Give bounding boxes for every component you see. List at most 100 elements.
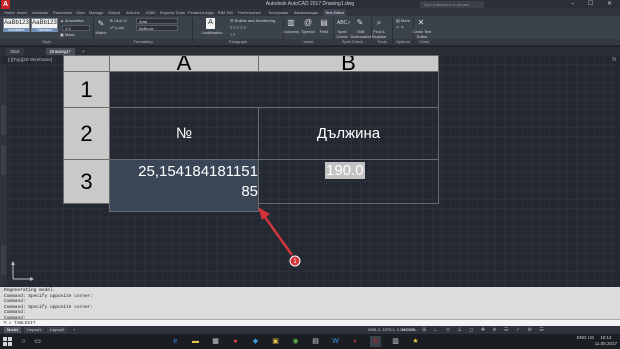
annotative-toggle[interactable]: ▲ Annotative: [60, 18, 84, 24]
search-input[interactable]: Type a keyword or phrase: [420, 1, 484, 8]
viewcube-icon[interactable]: N: [612, 57, 616, 63]
tab-bim-360[interactable]: BIM 360: [218, 9, 233, 16]
system-clock[interactable]: 10:13 11.05.2017: [595, 335, 617, 347]
tab-drawing1[interactable]: Drawing1*: [46, 48, 75, 55]
new-tab-icon[interactable]: +: [78, 48, 89, 55]
tab-topografi[interactable]: Топографи: [268, 9, 288, 16]
taskbar-app-icon[interactable]: ◐: [350, 336, 361, 347]
taskbar-app-icon[interactable]: ▣: [270, 336, 281, 347]
edge-icon[interactable]: e: [170, 336, 181, 347]
cell-a3-text[interactable]: 25,154184181151 85: [115, 162, 258, 202]
tab-featured-apps[interactable]: Featured Apps: [188, 9, 214, 16]
palette-tab[interactable]: [1, 145, 6, 175]
table-cell-a2[interactable]: №: [109, 107, 259, 160]
text-height-field[interactable]: 2.5: [62, 25, 90, 31]
line-spacing-button[interactable]: ↕ ≡: [230, 32, 235, 38]
table-cell-a3[interactable]: 25,154184181151 85: [109, 159, 259, 212]
text-style-annotative[interactable]: AaBb123 Annotative: [3, 18, 30, 32]
tab-annotate[interactable]: Annotate: [32, 9, 48, 16]
table-cell-b3[interactable]: 190.0: [258, 159, 439, 204]
taskbar-app-icon[interactable]: ▤: [310, 336, 321, 347]
bullets-numbering-button[interactable]: ☰ Bullets and Numbering: [230, 18, 275, 24]
mask-button[interactable]: ▣ Mask: [60, 32, 74, 38]
undo-redo-buttons[interactable]: ↶ ↷: [396, 25, 404, 31]
find-replace-label: Find & Replace: [371, 29, 387, 39]
paragraph-align-buttons[interactable]: ≡ ≡ ≡ ≡ ≡: [230, 25, 246, 31]
coordinates-readout: 3981.2, 1575.1, 0.0: [368, 327, 403, 332]
tab-output[interactable]: Output: [108, 9, 120, 16]
taskbar-app-icon[interactable]: ◉: [290, 336, 301, 347]
style-name: Annotative: [4, 28, 29, 32]
ribbon-tabs: Home Insert Annotate Parametric View Man…: [0, 9, 620, 16]
row-header-1[interactable]: 1: [63, 71, 110, 108]
tab-text-editor[interactable]: Text Editor: [323, 9, 346, 16]
close-editor-icon[interactable]: ✕: [416, 18, 426, 28]
command-line[interactable]: ✕ ⌕ TABLEDIT: [0, 319, 620, 326]
tab-home[interactable]: Home: [4, 9, 15, 16]
cell-b3-text[interactable]: 190.0: [325, 162, 365, 179]
windows-start-icon[interactable]: [3, 337, 12, 346]
table-cell-a1[interactable]: [109, 71, 439, 108]
layout-tab-layout1[interactable]: Layout1: [24, 327, 45, 333]
task-view-icon[interactable]: ▭: [32, 336, 43, 347]
status-toggles[interactable]: ⊞ ∟ ⊙ ∠ ◻ ✚ ⊘ ☰ ✓ ⚙ ☰: [422, 327, 547, 333]
columns-icon[interactable]: ▥: [286, 18, 296, 28]
text-style-standard[interactable]: AaBb123 Standard: [31, 18, 58, 32]
taskbar-app-icon[interactable]: ●: [230, 336, 241, 347]
tab-view[interactable]: View: [76, 9, 85, 16]
drawing-table[interactable]: A B 1 2 № Дължина 3 25,154184181151 85 1…: [63, 55, 439, 212]
row-header-2[interactable]: 2: [63, 107, 110, 160]
panel-close-label: Close: [414, 39, 434, 45]
palette-tab[interactable]: [1, 245, 6, 275]
field-icon[interactable]: ▤: [319, 18, 329, 28]
autocad-taskbar-icon[interactable]: A: [370, 336, 381, 347]
tab-a360[interactable]: A360: [146, 9, 155, 16]
justification-icon[interactable]: A: [206, 18, 215, 29]
symbol-icon[interactable]: @: [303, 18, 313, 28]
tab-start[interactable]: Start: [6, 48, 24, 55]
tab-performance[interactable]: Performance: [238, 9, 261, 16]
layout-tab-model[interactable]: Model: [4, 327, 21, 333]
taskbar-app-icon[interactable]: ◆: [250, 336, 261, 347]
tab-parametric[interactable]: Parametric: [53, 9, 72, 16]
tab-insert[interactable]: Insert: [17, 9, 27, 16]
layout-tab-layout2[interactable]: Layout2: [47, 327, 68, 333]
row-header-3[interactable]: 3: [63, 159, 110, 204]
color-select[interactable]: ByBlock: [136, 25, 178, 31]
spell-check-icon[interactable]: ABC✓: [337, 18, 351, 28]
font-select[interactable]: Arial: [136, 18, 178, 24]
model-space-toggle[interactable]: MODEL: [402, 327, 416, 333]
taskbar-app-icon[interactable]: W: [330, 336, 341, 347]
viewport-controls[interactable]: [-][Top][2D Wireframe]: [8, 57, 52, 62]
bold-italic-buttons[interactable]: B I A̶ U O: [110, 18, 127, 24]
more-options-button[interactable]: ▤ More: [396, 18, 410, 24]
spell-check-label: Spell Check: [336, 29, 348, 39]
panel-style-label: Style: [0, 39, 93, 45]
language-indicator[interactable]: ENG US: [577, 335, 594, 341]
find-replace-icon[interactable]: ⌕: [374, 18, 384, 28]
palette-tab[interactable]: [1, 105, 6, 135]
store-icon[interactable]: ▦: [210, 336, 221, 347]
drawing-canvas[interactable]: [-][Top][2D Wireframe] N A B 1 2 № Дължи…: [0, 55, 620, 287]
window-controls[interactable]: – ☐ ✕: [571, 0, 618, 7]
tab-manage[interactable]: Manage: [89, 9, 103, 16]
subscript-buttons[interactable]: x² x₂ Aa: [110, 25, 124, 31]
bullets-label: Bullets and Numbering: [234, 18, 276, 23]
tab-kanalizacia[interactable]: Канализация: [294, 9, 318, 16]
search-icon[interactable]: ○: [18, 336, 29, 347]
add-layout-icon[interactable]: +: [70, 327, 78, 333]
window-title: Autodesk AutoCAD 2017 Drawing1.dwg: [265, 1, 355, 7]
taskbar-app-icon[interactable]: ▥: [390, 336, 401, 347]
file-explorer-icon[interactable]: ▬: [190, 336, 201, 347]
column-header-b[interactable]: B: [258, 55, 439, 72]
tab-add-ins[interactable]: Add-ins: [126, 9, 140, 16]
taskbar-app-icon[interactable]: ★: [410, 336, 421, 347]
match-properties-icon[interactable]: ✎: [96, 19, 106, 29]
table-cell-b2[interactable]: Дължина: [258, 107, 439, 160]
command-history: Regenerating model. Command: Specify opp…: [0, 287, 620, 321]
column-header-a[interactable]: A: [109, 55, 259, 72]
tool-palettes-strip[interactable]: [0, 65, 7, 285]
panel-tools-label: Tools: [372, 39, 392, 45]
edit-dictionaries-icon[interactable]: ✎: [355, 18, 365, 28]
tab-express-tools[interactable]: Express Tools: [160, 9, 185, 16]
